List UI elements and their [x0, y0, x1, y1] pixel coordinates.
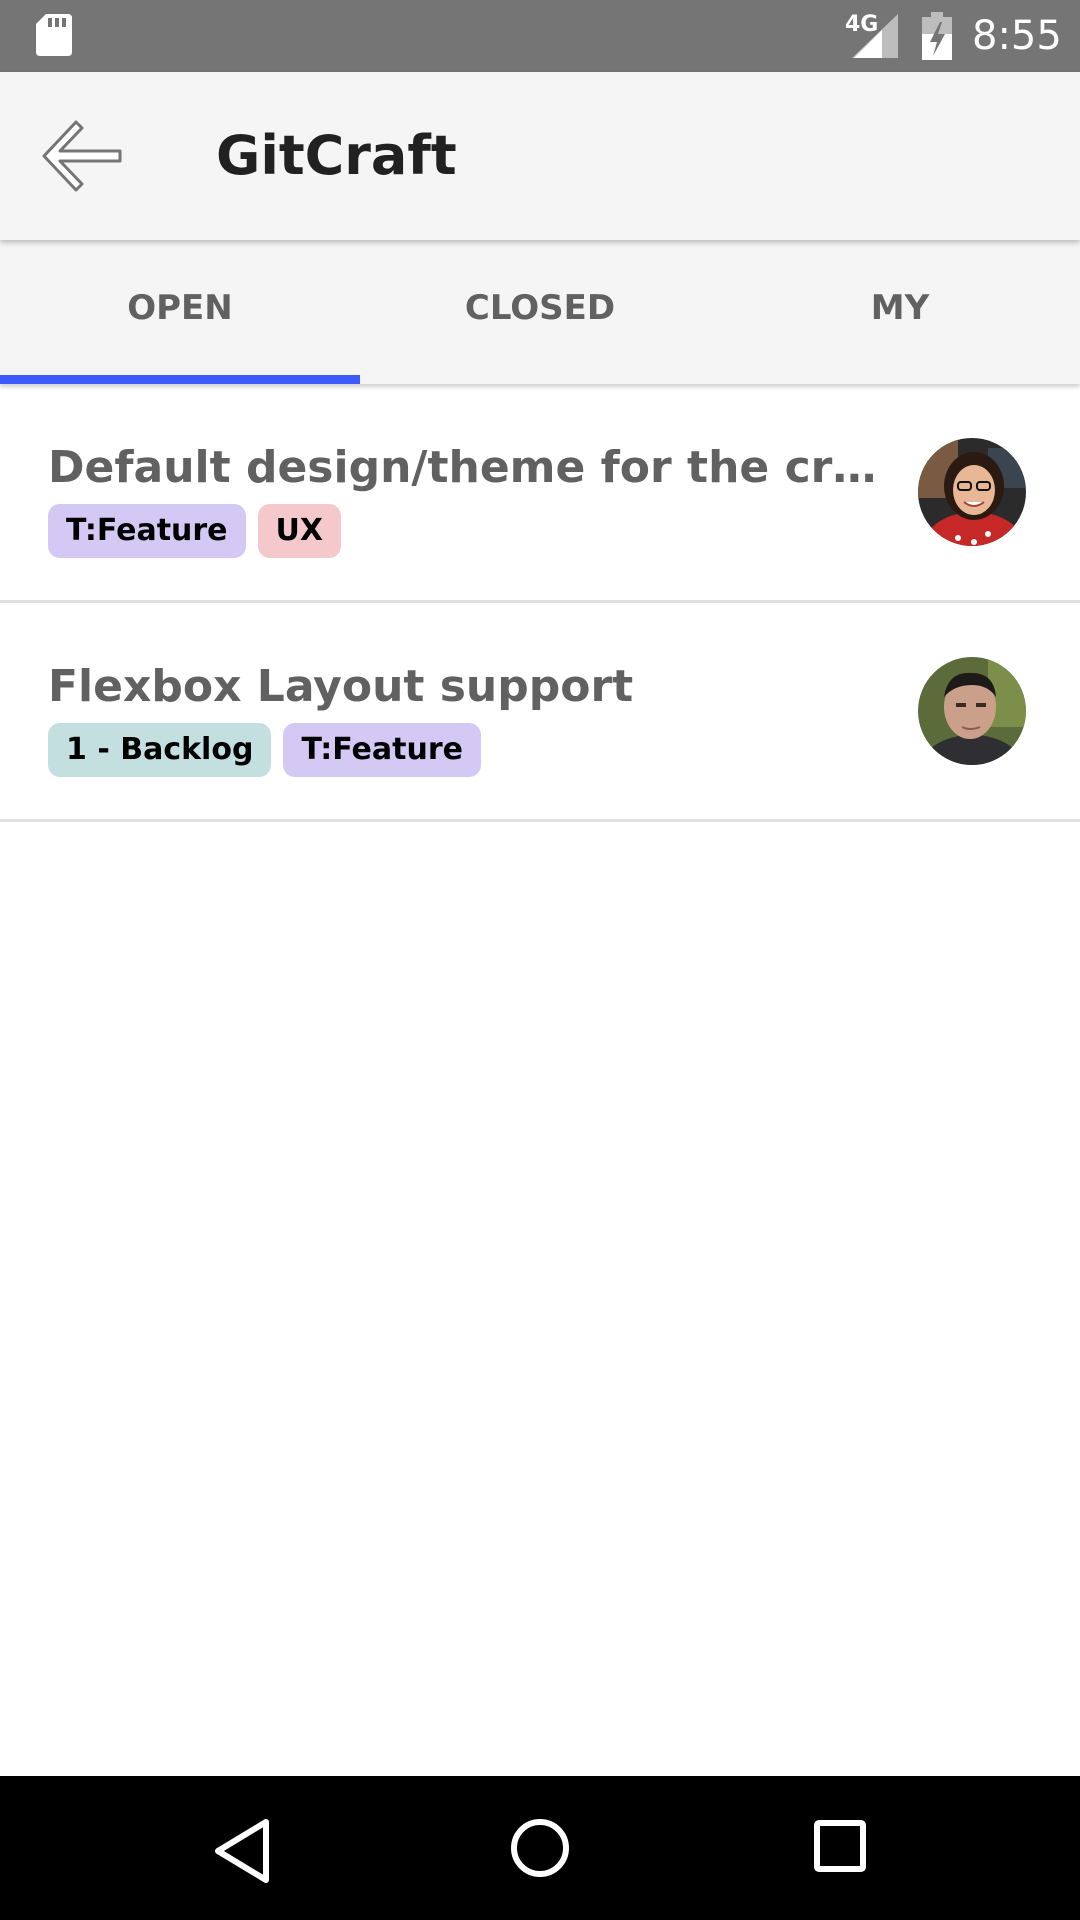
tab-open[interactable]: OPEN	[0, 240, 360, 384]
battery-charging-icon	[922, 12, 952, 60]
clock: 8:55	[972, 13, 1062, 59]
navigation-bar	[0, 1776, 1080, 1920]
label-badge: UX	[257, 504, 342, 558]
nav-home-icon[interactable]	[510, 1818, 570, 1878]
issue-row[interactable]: Flexbox Layout support 1 - Backlog T:Fea…	[0, 603, 1080, 822]
tab-closed[interactable]: CLOSED	[360, 240, 720, 384]
avatar	[918, 657, 1026, 765]
app-title: GitCraft	[216, 124, 457, 187]
status-bar: 4G 8:55	[0, 0, 1080, 72]
nav-back-icon[interactable]	[212, 1818, 272, 1884]
issue-labels: 1 - Backlog T:Feature	[48, 723, 481, 777]
nav-recents-icon[interactable]	[814, 1820, 866, 1872]
avatar	[918, 438, 1026, 546]
issue-list: Default design/theme for the cross-p… T:…	[0, 384, 1080, 822]
back-button[interactable]	[40, 118, 124, 194]
sd-card-icon	[36, 14, 72, 56]
app-bar: GitCraft	[0, 72, 1080, 240]
tab-bar: OPEN CLOSED MY	[0, 240, 1080, 384]
label-badge: T:Feature	[48, 504, 246, 558]
issue-labels: T:Feature UX	[48, 504, 342, 558]
issue-row[interactable]: Default design/theme for the cross-p… T:…	[0, 384, 1080, 603]
arrow-left-icon	[42, 120, 122, 192]
tab-my[interactable]: MY	[720, 240, 1080, 384]
tab-indicator	[0, 375, 360, 384]
issue-title: Flexbox Layout support	[48, 661, 634, 712]
issue-title: Default design/theme for the cross-p…	[48, 442, 888, 493]
label-badge: 1 - Backlog	[48, 723, 272, 777]
signal-icon	[852, 14, 898, 58]
label-badge: T:Feature	[283, 723, 481, 777]
